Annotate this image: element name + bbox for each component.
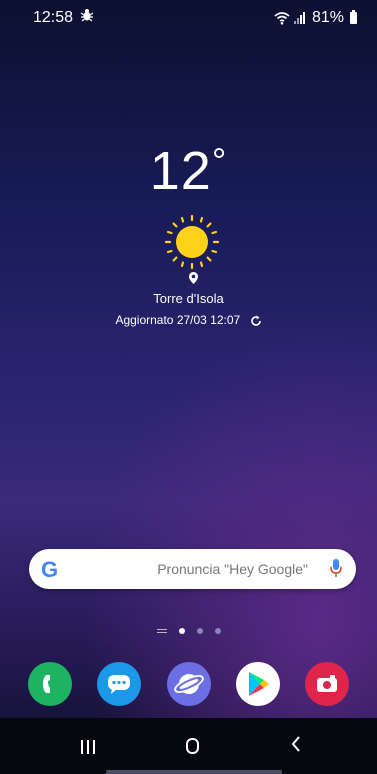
weather-widget[interactable]: 12°: [0, 140, 377, 270]
messages-icon[interactable]: [97, 662, 142, 706]
status-time: 12:58: [33, 9, 74, 26]
phone-icon[interactable]: [28, 662, 72, 706]
gesture-handle: [106, 770, 282, 774]
search-placeholder: Pronuncia "Hey Google": [157, 561, 308, 577]
google-search-bar[interactable]: G Pronuncia "Hey Google": [29, 549, 356, 589]
page-dot-active: [178, 628, 185, 634]
location-pin-icon: [189, 272, 198, 284]
status-bar: 12:58 81%: [0, 0, 377, 30]
recents-button[interactable]: [81, 740, 95, 754]
updated-text: Aggiornato 27/03 12:07: [115, 313, 241, 327]
page-dot: [214, 628, 221, 634]
wifi-icon: [274, 11, 290, 25]
refresh-icon[interactable]: [250, 315, 262, 327]
page-indicator: [0, 628, 377, 634]
camera-icon[interactable]: [305, 662, 349, 706]
home-page-indicator-icon: [156, 629, 167, 633]
page-dot: [196, 628, 203, 634]
battery-percent: 81%: [311, 9, 344, 26]
bug-icon: [80, 8, 94, 25]
google-logo-icon: G: [41, 557, 59, 582]
app-dock: [28, 662, 349, 706]
back-button[interactable]: [290, 733, 302, 759]
home-button[interactable]: [186, 738, 199, 754]
play-store-icon[interactable]: [235, 662, 280, 706]
internet-icon[interactable]: [166, 662, 211, 706]
temperature: 12°: [149, 140, 228, 201]
weather-location: Torre d'Isola: [153, 291, 224, 306]
mic-icon[interactable]: [330, 558, 342, 578]
battery-icon: [350, 10, 357, 24]
navigation-bar: [0, 718, 377, 774]
sun-icon: [164, 214, 220, 270]
signal-icon: [293, 12, 305, 24]
weather-updated: Aggiornato 27/03 12:07: [0, 313, 377, 327]
